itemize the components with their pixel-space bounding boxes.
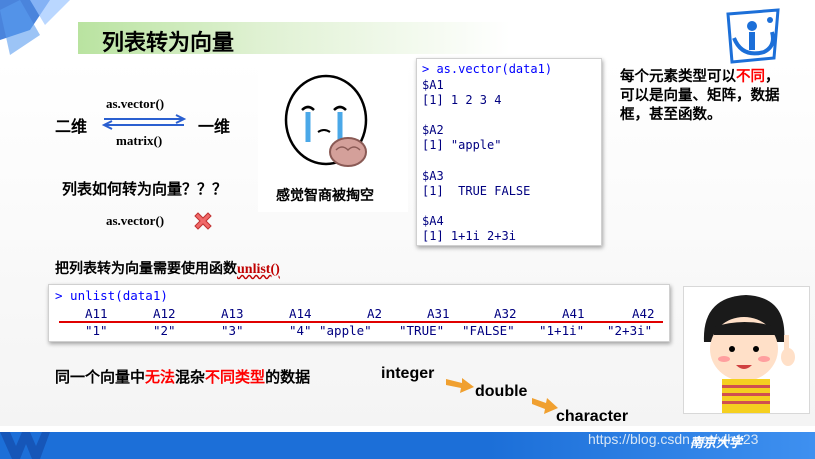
bottom-prefix: 同一个向量中	[55, 369, 146, 386]
console-line: [1] "apple"	[422, 138, 502, 152]
type-integer: integer	[381, 365, 435, 382]
type-double: double	[475, 383, 528, 400]
desc-red1: 不同	[736, 69, 765, 85]
value-cell: "1"	[85, 323, 108, 338]
cartoon-character-image	[683, 286, 810, 414]
corner-decoration	[0, 0, 70, 55]
console-unlist: > unlist(data1) A11 A12 A13 A14 A2 A31 A…	[48, 284, 670, 342]
name-cell: A14	[289, 306, 312, 321]
type-character: character	[556, 408, 629, 425]
unlist-instruction: 把列表转为向量需要使用函数unlist()	[55, 258, 280, 278]
console-values-row: "1" "2" "3" "4" "apple" "TRUE" "FALSE" "…	[49, 323, 671, 339]
crying-face-icon	[284, 74, 368, 167]
university-logo-icon	[726, 8, 780, 64]
meme-caption: 感觉智商被掏空	[276, 187, 374, 203]
value-cell: "TRUE"	[399, 323, 445, 338]
console-line: $A4	[422, 214, 444, 228]
matrix-label: matrix()	[116, 133, 163, 148]
unlist-text: 把列表转为向量需要使用函数	[55, 260, 237, 276]
value-cell: "2"	[153, 323, 176, 338]
console-line: $A1	[422, 78, 444, 92]
value-cell: "apple"	[319, 323, 372, 338]
bottom-red1: 无法	[145, 369, 176, 386]
console-names-row: A11 A12 A13 A14 A2 A31 A32 A41 A42	[49, 306, 671, 322]
bottom-statement: 同一个向量中无法混杂不同类型的数据	[55, 366, 310, 387]
bottom-mid: 混杂	[175, 369, 206, 386]
console-line: $A2	[422, 123, 444, 137]
name-cell: A41	[562, 306, 585, 321]
console-command: > as.vector(data1)	[422, 62, 553, 76]
console-as-vector: > as.vector(data1) $A1 [1] 1 2 3 4 $A2 […	[416, 58, 602, 246]
console-line: [1] 1+1i 2+3i	[422, 229, 516, 243]
cartoon-girl-icon	[703, 295, 795, 413]
as-vector-wrong-label: as.vector()	[106, 213, 165, 228]
console-line: [1] 1 2 3 4	[422, 93, 502, 107]
university-name: 南京大学	[690, 435, 743, 450]
name-cell: A32	[494, 306, 517, 321]
value-cell: "3"	[221, 323, 244, 338]
two-dim-label: 二维	[55, 119, 88, 136]
as-vector-label: as.vector()	[106, 96, 165, 111]
value-cell: "FALSE"	[462, 323, 515, 338]
question-text: 列表如何转为向量？？？	[62, 181, 228, 198]
name-cell: A13	[221, 306, 244, 321]
title-bar: 列表转为向量	[78, 22, 798, 56]
page-title: 列表转为向量	[102, 31, 235, 56]
value-cell: "4"	[289, 323, 312, 338]
name-cell: A2	[367, 306, 383, 321]
bottom-suffix: 的数据	[265, 369, 311, 386]
description-text: 每个元素类型可以不同，可以是向量、矩阵，数据框，甚至函数。	[620, 68, 780, 125]
cross-icon	[194, 212, 212, 230]
bottom-red2: 不同类型	[205, 369, 266, 386]
name-cell: A31	[427, 306, 450, 321]
unlist-fn-name: unlist()	[237, 262, 280, 277]
one-dim-label: 一维	[198, 119, 231, 136]
console-command: > unlist(data1)	[55, 288, 168, 303]
desc-part3: ，甚至函数。	[634, 107, 722, 123]
name-cell: A12	[153, 306, 176, 321]
value-cell: "1+1i"	[539, 323, 585, 338]
console-line: [1] TRUE FALSE	[422, 184, 531, 198]
footer-decoration-icon	[0, 432, 50, 459]
name-cell: A11	[85, 306, 108, 321]
desc-part1: 每个元素类型可以	[620, 69, 736, 85]
conversion-arrows-icon	[101, 114, 187, 130]
name-cell: A42	[632, 306, 655, 321]
arrow-right-icon	[446, 378, 474, 393]
value-cell: "2+3i"	[607, 323, 653, 338]
console-line: $A3	[422, 169, 444, 183]
